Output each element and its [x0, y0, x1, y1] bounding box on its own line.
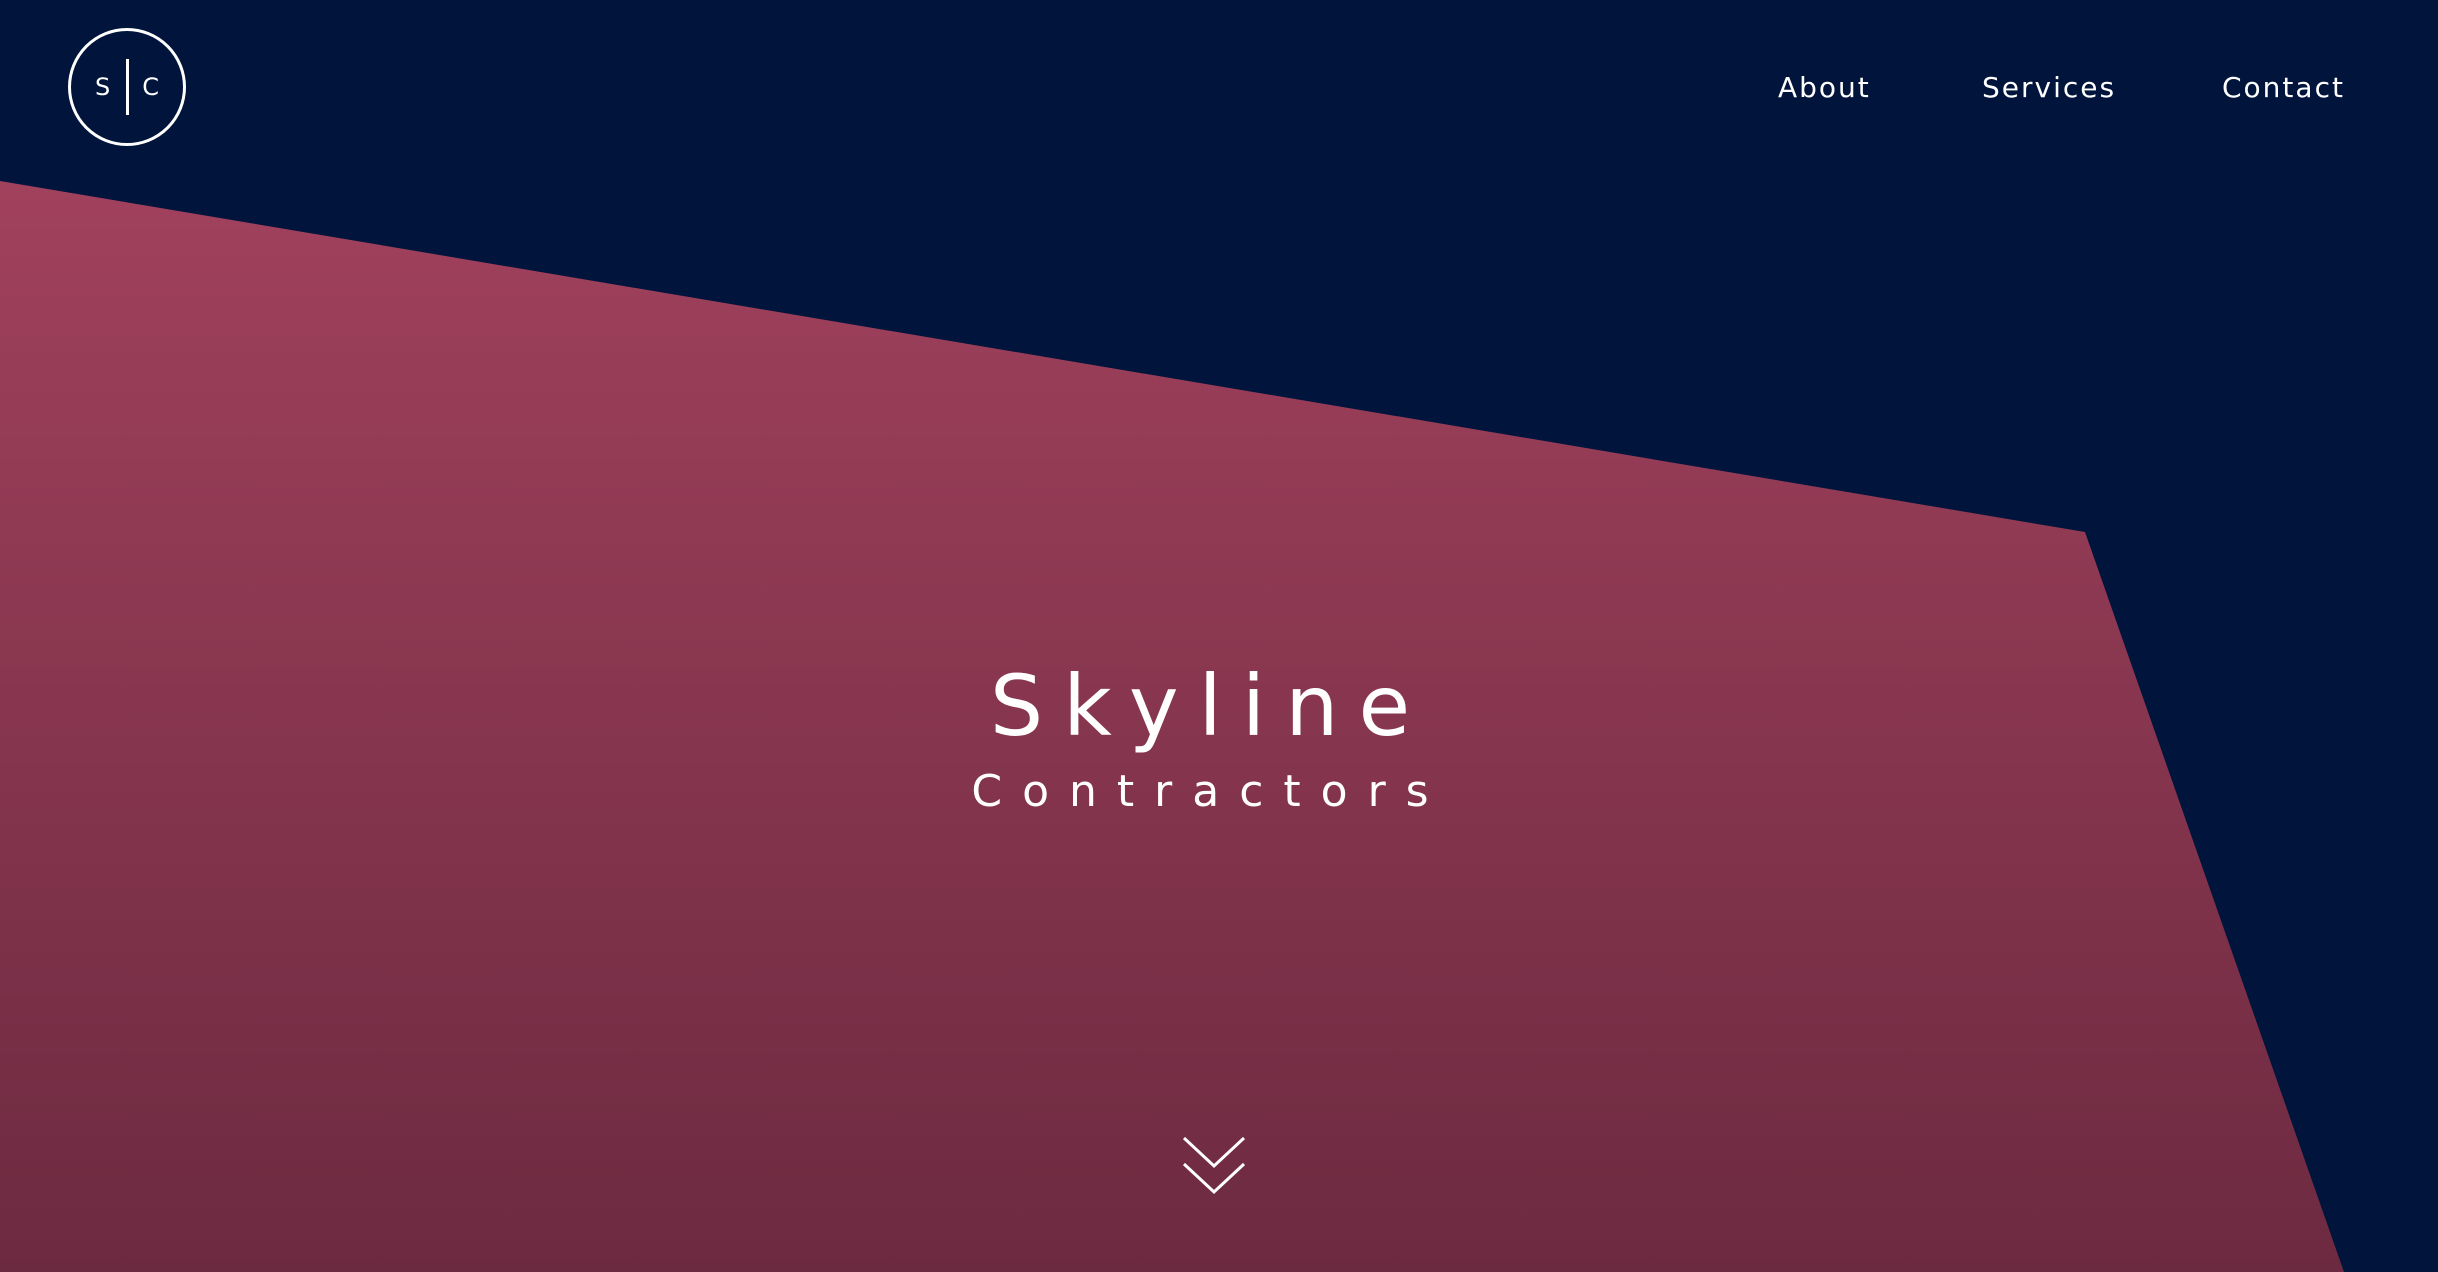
- double-chevron-down-icon: [1182, 1136, 1246, 1195]
- main-nav: About Services Contact: [1730, 66, 2370, 110]
- logo-letter-s: S: [95, 73, 111, 101]
- nav-link-contact[interactable]: Contact: [2222, 66, 2345, 110]
- hero-subtitle: Contractors: [971, 766, 1449, 817]
- logo-letter-c: C: [142, 73, 159, 101]
- hero-background-shape: [0, 181, 2344, 1272]
- nav-link-about[interactable]: About: [1778, 66, 1871, 110]
- nav-link-services[interactable]: Services: [1982, 66, 2116, 110]
- hero-title: Skyline: [989, 657, 1431, 755]
- landing-page: S C About Services Contact Skyline Contr…: [0, 0, 2438, 1272]
- logo-divider: [126, 59, 129, 115]
- site-logo[interactable]: S C: [68, 28, 186, 146]
- scroll-down-button[interactable]: [1182, 1136, 1246, 1196]
